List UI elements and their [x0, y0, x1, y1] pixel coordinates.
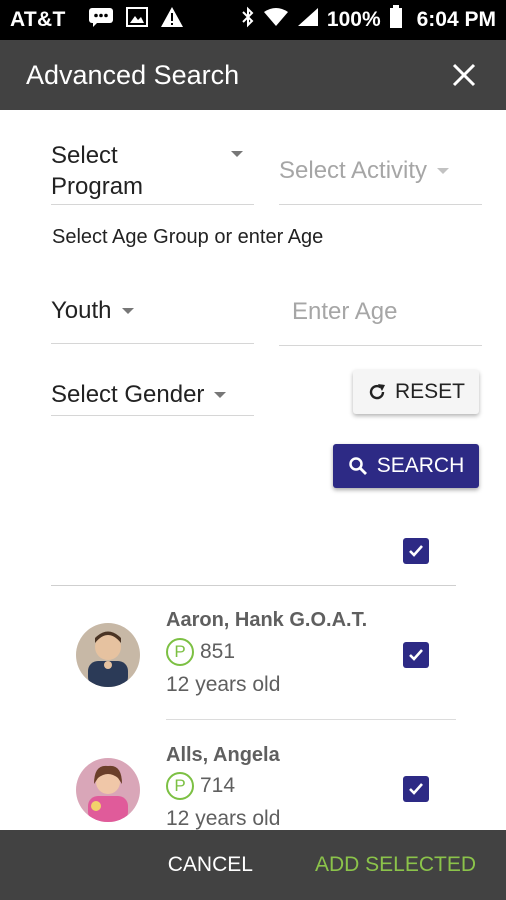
row-divider	[166, 719, 456, 720]
age-input[interactable]: Enter Age	[279, 278, 482, 346]
program-dropdown-label: Select Program	[51, 142, 144, 200]
search-icon	[348, 457, 367, 475]
close-button[interactable]	[448, 59, 480, 91]
gender-caret-icon	[214, 391, 227, 398]
carrier-label: AT&T	[10, 8, 66, 31]
app-bar: Advanced Search	[0, 40, 506, 110]
points-value: 851	[200, 640, 236, 663]
row-checkbox[interactable]	[403, 642, 429, 668]
points-row: P 851	[166, 638, 235, 666]
alert-icon	[160, 6, 184, 34]
program-dropdown-caret-icon	[231, 151, 243, 157]
status-bar: AT&T 100% 6:04 PM	[0, 0, 506, 40]
checkmark-icon	[409, 545, 423, 557]
bluetooth-icon	[241, 6, 255, 34]
select-all-checkbox[interactable]	[403, 538, 429, 564]
add-selected-button[interactable]: ADD SELECTED	[315, 853, 476, 877]
points-row: P 714	[166, 772, 235, 800]
points-icon: P	[166, 638, 194, 666]
age-input-placeholder: Enter Age	[292, 297, 398, 325]
age-group-value: Youth	[51, 296, 112, 324]
activity-dropdown[interactable]: Select Activity	[279, 138, 482, 205]
battery-percent: 100%	[326, 8, 381, 31]
avatar	[76, 623, 140, 687]
list-divider	[51, 585, 456, 586]
image-icon	[125, 7, 148, 33]
participant-age: 12 years old	[166, 807, 281, 830]
age-group-caret-icon	[121, 307, 134, 314]
age-group-label: Select Age Group or enter Age	[52, 226, 324, 248]
age-group-dropdown[interactable]: Youth	[51, 278, 254, 344]
participant-name: Alls, Angela	[166, 744, 280, 766]
close-icon	[452, 63, 476, 87]
gender-dropdown[interactable]: Select Gender	[51, 374, 254, 416]
bottom-action-bar: CANCEL ADD SELECTED	[0, 830, 506, 900]
row-checkbox[interactable]	[403, 776, 429, 802]
checkmark-icon	[409, 649, 423, 661]
search-button[interactable]: SEARCH	[333, 444, 479, 488]
message-icon	[88, 7, 114, 33]
battery-icon	[389, 5, 403, 35]
participant-age: 12 years old	[166, 673, 281, 696]
checkmark-icon	[409, 783, 423, 795]
participant-name: Aaron, Hank G.O.A.T.	[166, 609, 368, 631]
avatar	[76, 758, 140, 822]
refresh-icon	[369, 384, 385, 400]
wifi-icon	[263, 7, 289, 33]
gender-dropdown-label: Select Gender	[51, 380, 205, 408]
clock: 6:04 PM	[416, 8, 496, 31]
activity-dropdown-label: Select Activity	[279, 157, 428, 184]
activity-dropdown-caret-icon	[437, 168, 450, 174]
program-dropdown[interactable]: Select Program	[51, 138, 254, 205]
page-title: Advanced Search	[26, 59, 240, 90]
search-label: SEARCH	[376, 454, 465, 477]
points-value: 714	[200, 774, 236, 797]
reset-label: RESET	[394, 380, 465, 403]
reset-button[interactable]: RESET	[353, 370, 479, 414]
points-icon: P	[166, 772, 194, 800]
signal-icon	[297, 7, 319, 33]
cancel-button[interactable]: CANCEL	[168, 853, 253, 877]
